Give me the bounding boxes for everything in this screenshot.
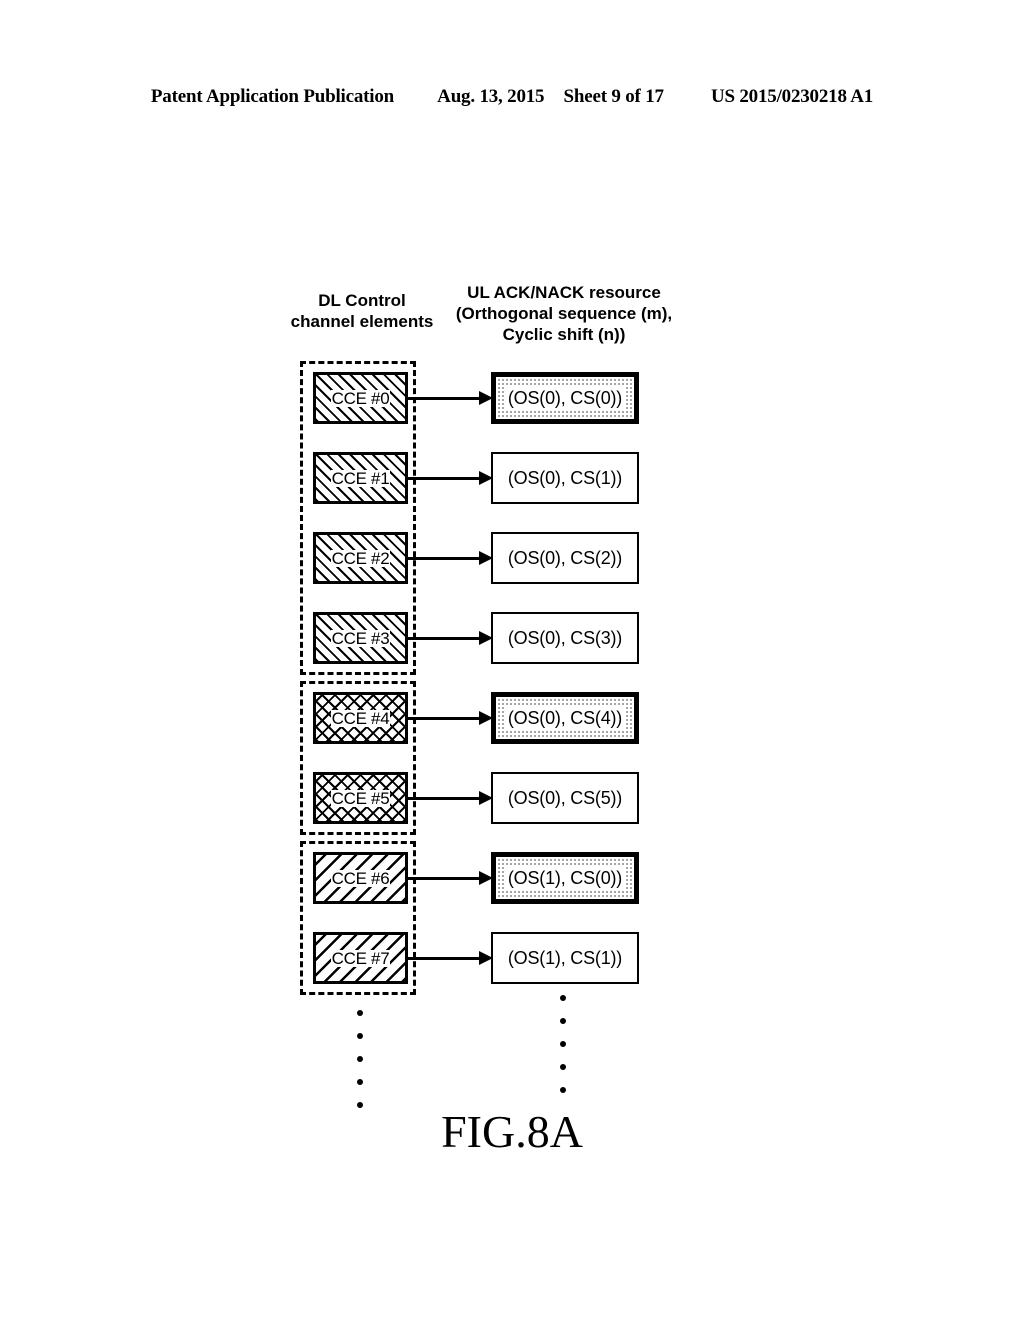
cce-label-5: CCE #5 bbox=[330, 788, 391, 808]
ul-resource-label-0: (OS(0), CS(0)) bbox=[504, 386, 626, 410]
cce-label-4: CCE #4 bbox=[330, 708, 391, 728]
ul-resource-box-5[interactable]: (OS(0), CS(5)) bbox=[491, 772, 639, 824]
mapping-arrow-1 bbox=[408, 471, 493, 485]
cce-box-2[interactable]: CCE #2 bbox=[313, 532, 408, 584]
ul-resource-box-7[interactable]: (OS(1), CS(1)) bbox=[491, 932, 639, 984]
mapping-arrow-6 bbox=[408, 871, 493, 885]
ellipsis-left-dot bbox=[357, 1056, 363, 1062]
figure-caption: FIG.8A bbox=[441, 1106, 583, 1157]
ul-resource-box-0[interactable]: (OS(0), CS(0)) bbox=[491, 372, 639, 424]
cce-box-1[interactable]: CCE #1 bbox=[313, 452, 408, 504]
ellipsis-right-dot bbox=[560, 1018, 566, 1024]
ul-resource-box-2[interactable]: (OS(0), CS(2)) bbox=[491, 532, 639, 584]
ellipsis-dots-right bbox=[560, 995, 566, 1110]
mapping-arrow-4 bbox=[408, 711, 493, 725]
mapping-arrow-7 bbox=[408, 951, 493, 965]
cce-label-0: CCE #0 bbox=[330, 388, 391, 408]
cce-label-6: CCE #6 bbox=[330, 868, 391, 888]
ul-resource-label-7: (OS(1), CS(1)) bbox=[507, 947, 623, 968]
ul-resource-box-4[interactable]: (OS(0), CS(4)) bbox=[491, 692, 639, 744]
cce-label-3: CCE #3 bbox=[330, 628, 391, 648]
ellipsis-left-dot bbox=[357, 1079, 363, 1085]
mapping-arrow-2 bbox=[408, 551, 493, 565]
mapping-arrow-5 bbox=[408, 791, 493, 805]
cce-box-4[interactable]: CCE #4 bbox=[313, 692, 408, 744]
mapping-arrow-3 bbox=[408, 631, 493, 645]
ellipsis-left-dot bbox=[357, 1033, 363, 1039]
ul-resource-label-1: (OS(0), CS(1)) bbox=[507, 467, 623, 488]
ul-resource-label-6: (OS(1), CS(0)) bbox=[504, 866, 626, 890]
cce-box-5[interactable]: CCE #5 bbox=[313, 772, 408, 824]
ellipsis-right-dot bbox=[560, 1087, 566, 1093]
ellipsis-left-dot bbox=[357, 1010, 363, 1016]
ellipsis-right-dot bbox=[560, 995, 566, 1001]
column-heading-ul-ack-nack: UL ACK/NACK resource (Orthogonal sequenc… bbox=[455, 283, 673, 344]
ul-resource-label-2: (OS(0), CS(2)) bbox=[507, 547, 623, 568]
cce-box-6[interactable]: CCE #6 bbox=[313, 852, 408, 904]
cce-box-0[interactable]: CCE #0 bbox=[313, 372, 408, 424]
ellipsis-right-dot bbox=[560, 1064, 566, 1070]
ul-resource-label-5: (OS(0), CS(5)) bbox=[507, 787, 623, 808]
column-heading-dl-control: DL Control channel elements bbox=[290, 291, 434, 331]
cce-label-7: CCE #7 bbox=[330, 948, 391, 968]
cce-label-1: CCE #1 bbox=[330, 468, 391, 488]
figure-8a: DL Control channel elements UL ACK/NACK … bbox=[0, 0, 1024, 1320]
ul-resource-label-4: (OS(0), CS(4)) bbox=[504, 706, 626, 730]
ul-resource-box-1[interactable]: (OS(0), CS(1)) bbox=[491, 452, 639, 504]
ul-resource-box-6[interactable]: (OS(1), CS(0)) bbox=[491, 852, 639, 904]
ul-resource-box-3[interactable]: (OS(0), CS(3)) bbox=[491, 612, 639, 664]
cce-box-7[interactable]: CCE #7 bbox=[313, 932, 408, 984]
mapping-arrow-0 bbox=[408, 391, 493, 405]
ul-resource-label-3: (OS(0), CS(3)) bbox=[507, 627, 623, 648]
cce-box-3[interactable]: CCE #3 bbox=[313, 612, 408, 664]
ellipsis-right-dot bbox=[560, 1041, 566, 1047]
cce-label-2: CCE #2 bbox=[330, 548, 391, 568]
